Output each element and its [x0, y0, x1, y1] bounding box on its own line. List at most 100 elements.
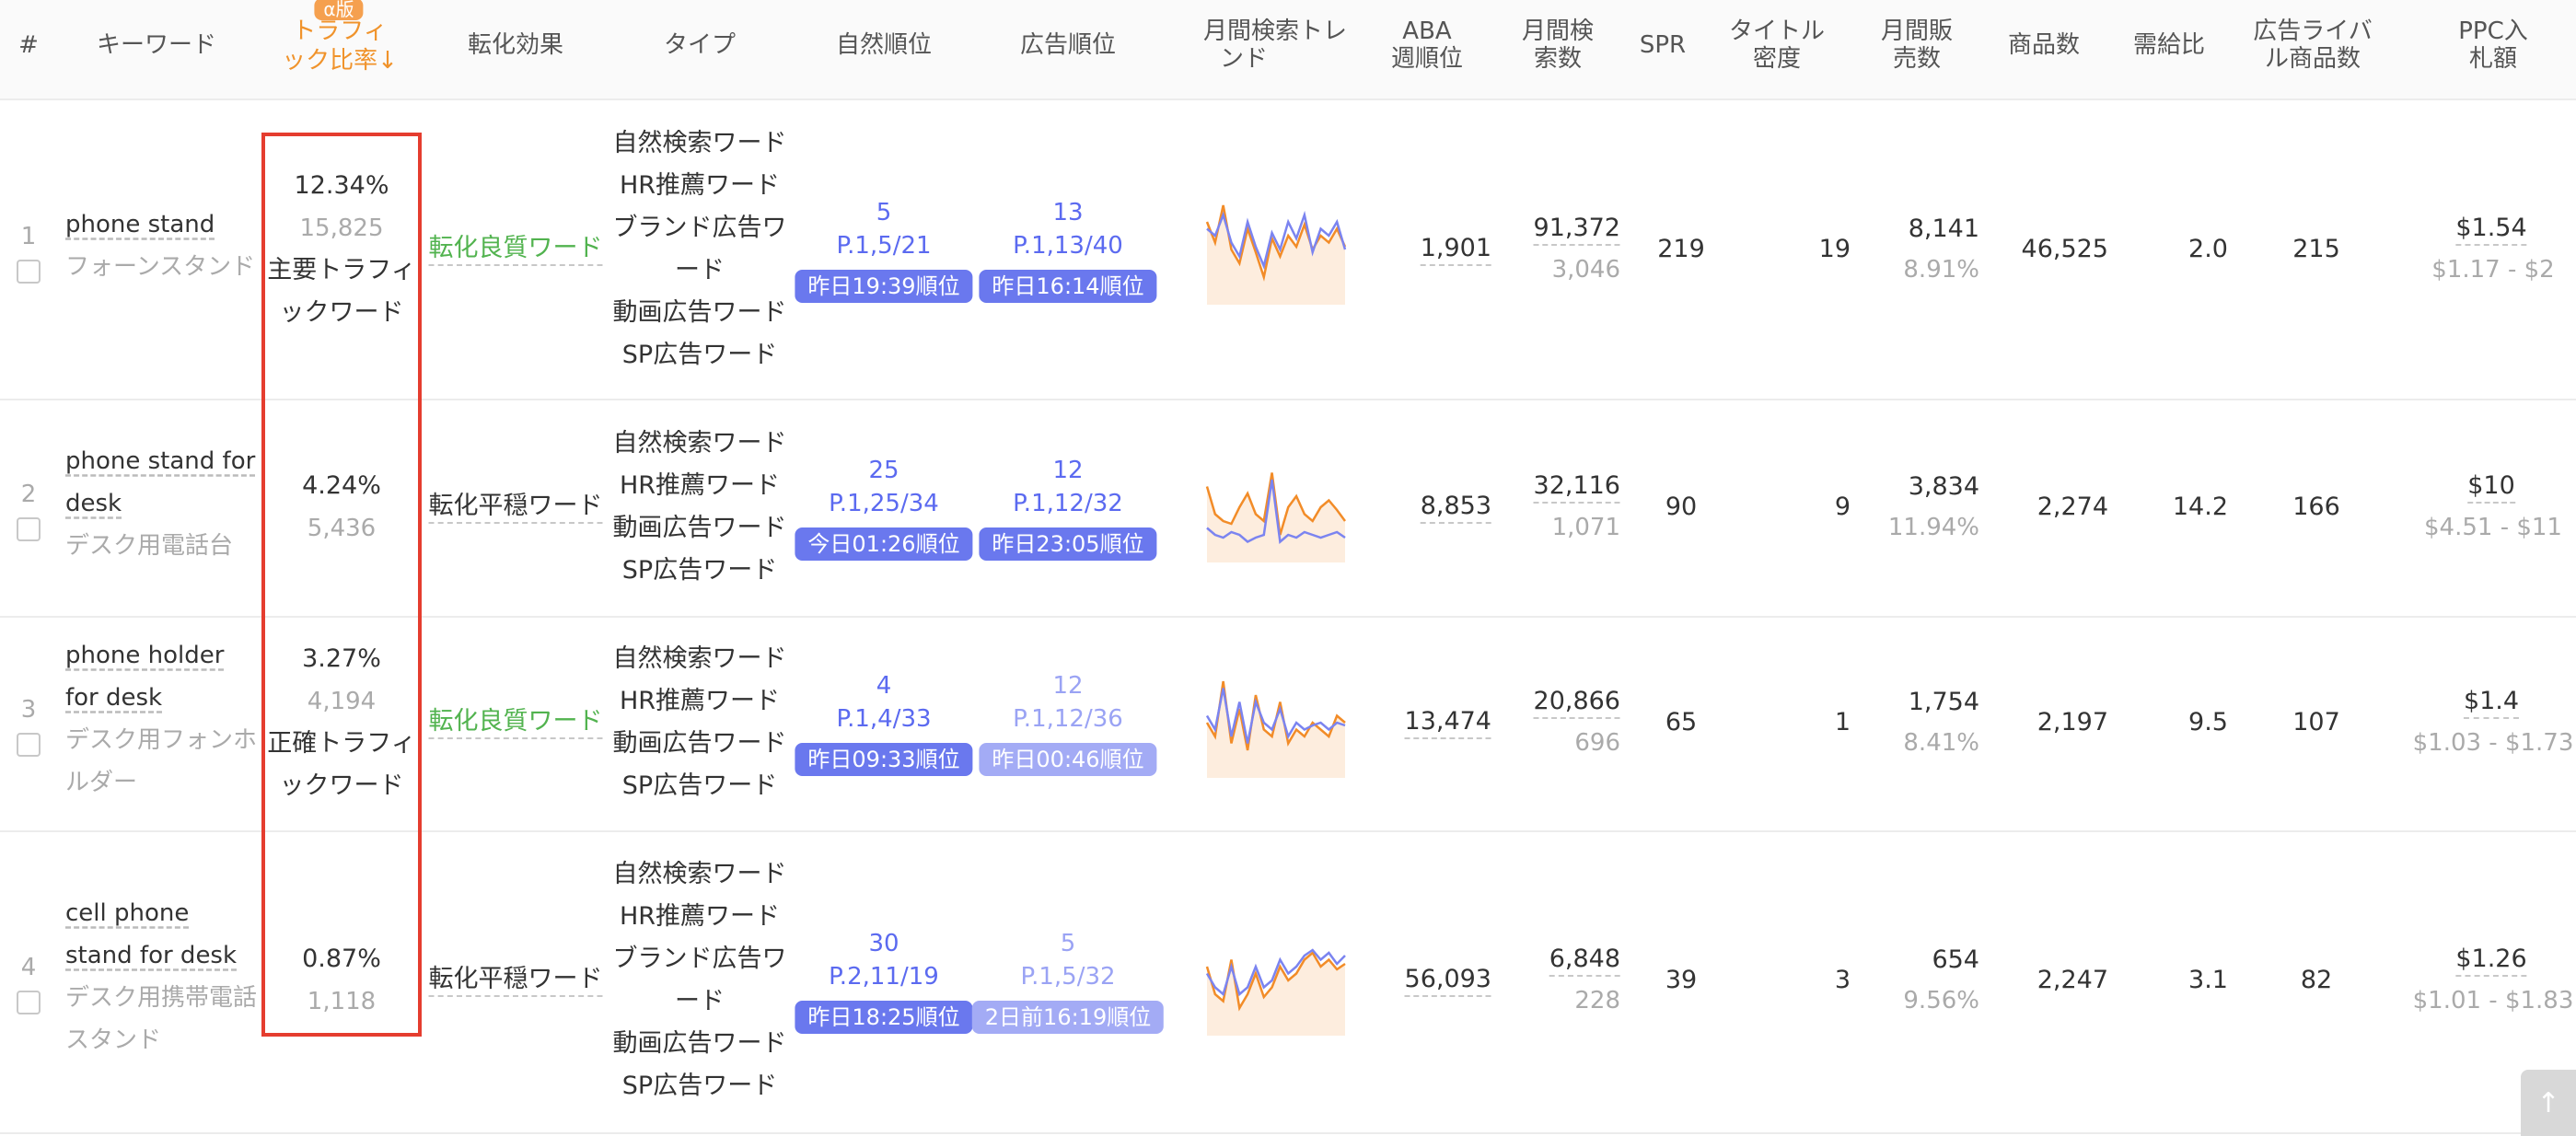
- ad-rank-page[interactable]: P.1,12/32: [1013, 486, 1123, 521]
- col-aba-header-line1[interactable]: ABA: [1402, 17, 1451, 46]
- ad-rank[interactable]: 5: [1061, 926, 1076, 961]
- ad-rank[interactable]: 12: [1052, 453, 1083, 488]
- monthly-search-sub: 228: [1574, 987, 1620, 1014]
- ad-rank-time-pill[interactable]: 2日前16:19順位: [971, 1001, 1165, 1034]
- monthly-sales: 3,834: [1908, 472, 1979, 501]
- monthly-search[interactable]: 20,866: [1533, 686, 1620, 719]
- aba-rank[interactable]: 1,901: [1420, 233, 1491, 266]
- col-index-header: #: [18, 31, 39, 59]
- col-monthly-search-header-line2[interactable]: 索数: [1534, 44, 1582, 74]
- natural-rank-page[interactable]: P.1,5/21: [836, 228, 931, 263]
- keyword-type: 動画広告ワード: [612, 1029, 787, 1058]
- keyword-type: SP広告ワード: [621, 1072, 778, 1100]
- ad-rank-page[interactable]: P.1,12/36: [1013, 701, 1123, 736]
- trend-sparkline[interactable]: [1204, 663, 1348, 782]
- natural-rank-time-pill[interactable]: 昨日09:33順位: [795, 743, 973, 776]
- col-sales-header-line1[interactable]: 月間販: [1881, 17, 1953, 46]
- keyword-link[interactable]: phone stand for: [65, 444, 255, 479]
- col-ad-rival-header-line2[interactable]: ル商品数: [2265, 44, 2361, 74]
- col-traffic-header-line2[interactable]: ック比率↓: [282, 46, 398, 75]
- aba-rank[interactable]: 13,474: [1404, 706, 1491, 739]
- col-supply-header[interactable]: 需給比: [2133, 30, 2205, 60]
- ad-rank-time-pill[interactable]: 昨日00:46順位: [979, 743, 1157, 776]
- keyword-translation: スタンド: [65, 1026, 162, 1054]
- ad-rival-count: 166: [2292, 493, 2340, 521]
- col-natural-rank-header[interactable]: 自然順位: [836, 30, 932, 60]
- keyword-type: ブランド広告ワ: [612, 214, 787, 242]
- monthly-search[interactable]: 6,848: [1549, 944, 1620, 977]
- keyword-type: 動画広告ワード: [612, 514, 787, 542]
- ad-rank-time-pill[interactable]: 昨日16:14順位: [979, 270, 1157, 303]
- row-checkbox[interactable]: [17, 991, 41, 1014]
- keyword-translation: ルダー: [65, 769, 138, 796]
- table-header: # キーワード α版 トラフィ ック比率↓ 転化効果 タイプ 自然順位 広告順位…: [0, 0, 2576, 100]
- natural-rank-page[interactable]: P.2,11/19: [829, 959, 939, 994]
- monthly-search[interactable]: 91,372: [1533, 213, 1620, 246]
- keyword-type: HR推薦ワード: [619, 171, 781, 200]
- trend-sparkline[interactable]: [1204, 190, 1348, 309]
- natural-rank[interactable]: 5: [876, 195, 892, 230]
- ad-rank[interactable]: 13: [1052, 195, 1083, 230]
- product-count: 2,247: [2036, 966, 2108, 994]
- keyword-link[interactable]: cell phone: [65, 896, 189, 931]
- back-to-top-button[interactable]: ↑: [2521, 1070, 2576, 1136]
- ad-rank-time-pill[interactable]: 昨日23:05順位: [979, 527, 1157, 561]
- col-ad-rival-header-line1[interactable]: 広告ライバ: [2253, 17, 2372, 46]
- ppc-bid[interactable]: $1.26: [2455, 944, 2527, 977]
- col-trend-header-line1: 月間検索トレ: [1202, 17, 1348, 45]
- natural-rank-time-pill[interactable]: 昨日19:39順位: [795, 270, 973, 303]
- col-traffic-header-line1[interactable]: トラフィ: [292, 17, 387, 46]
- title-density: 1: [1834, 708, 1851, 736]
- natural-rank-page[interactable]: P.1,4/33: [836, 701, 931, 736]
- natural-rank[interactable]: 4: [876, 668, 892, 703]
- ad-rank-page[interactable]: P.1,13/40: [1013, 228, 1123, 263]
- ppc-bid[interactable]: $1.4: [2463, 686, 2520, 719]
- natural-rank-time-pill[interactable]: 今日01:26順位: [795, 527, 973, 561]
- natural-rank-page[interactable]: P.1,25/34: [829, 486, 939, 521]
- trend-sparkline[interactable]: [1204, 447, 1348, 567]
- col-ad-rank-header[interactable]: 広告順位: [1020, 30, 1116, 60]
- keyword-link[interactable]: phone stand: [65, 207, 215, 242]
- ad-rival-count: 215: [2292, 235, 2340, 263]
- product-count: 2,274: [2036, 493, 2108, 521]
- row-divider: [0, 1132, 2576, 1134]
- col-spr-header[interactable]: SPR: [1640, 30, 1686, 60]
- col-title-density-header-line2[interactable]: 密度: [1753, 44, 1801, 74]
- row-checkbox[interactable]: [17, 260, 41, 284]
- keyword-link[interactable]: phone holder: [65, 638, 224, 673]
- ppc-bid[interactable]: $10: [2467, 470, 2515, 504]
- col-monthly-search-header-line1[interactable]: 月間検: [1522, 17, 1594, 46]
- ad-rank-page[interactable]: P.1,5/32: [1020, 959, 1115, 994]
- row-checkbox[interactable]: [17, 733, 41, 757]
- aba-rank[interactable]: 8,853: [1420, 491, 1491, 524]
- sales-percent: 8.91%: [1903, 256, 1979, 284]
- keyword-link[interactable]: stand for desk: [65, 938, 237, 973]
- col-sales-header-line2[interactable]: 売数: [1893, 44, 1941, 74]
- keyword-link[interactable]: desk: [65, 486, 122, 521]
- col-type-header[interactable]: タイプ: [664, 30, 736, 60]
- ppc-bid[interactable]: $1.54: [2455, 213, 2527, 246]
- col-ppc-header-line2[interactable]: 札額: [2469, 44, 2517, 74]
- trend-area: [1207, 953, 1345, 1036]
- spr-value: 219: [1657, 235, 1705, 263]
- keyword-type: ブランド広告ワ: [612, 945, 787, 973]
- col-aba-header-line2[interactable]: 週順位: [1391, 44, 1463, 74]
- col-conversion-header[interactable]: 転化効果: [468, 30, 563, 60]
- monthly-search[interactable]: 32,116: [1533, 470, 1620, 504]
- col-ppc-header-line1[interactable]: PPC入: [2458, 17, 2528, 46]
- row-checkbox[interactable]: [17, 517, 41, 541]
- natural-rank-time-pill[interactable]: 昨日18:25順位: [795, 1001, 973, 1034]
- trend-sparkline[interactable]: [1204, 921, 1348, 1040]
- ppc-range: $1.01 - $1.83: [2412, 987, 2574, 1014]
- col-keyword-header[interactable]: キーワード: [97, 30, 216, 60]
- natural-rank[interactable]: 25: [868, 453, 899, 488]
- aba-rank[interactable]: 56,093: [1404, 964, 1491, 997]
- supply-ratio: 14.2: [2172, 493, 2228, 521]
- title-density: 19: [1818, 235, 1851, 263]
- ad-rank[interactable]: 12: [1052, 668, 1083, 703]
- keyword-translation: フォーンスタンド: [65, 253, 256, 281]
- keyword-link[interactable]: for desk: [65, 680, 162, 715]
- natural-rank[interactable]: 30: [868, 926, 899, 961]
- col-products-header[interactable]: 商品数: [2008, 30, 2080, 60]
- col-title-density-header-line1[interactable]: タイトル: [1729, 17, 1825, 46]
